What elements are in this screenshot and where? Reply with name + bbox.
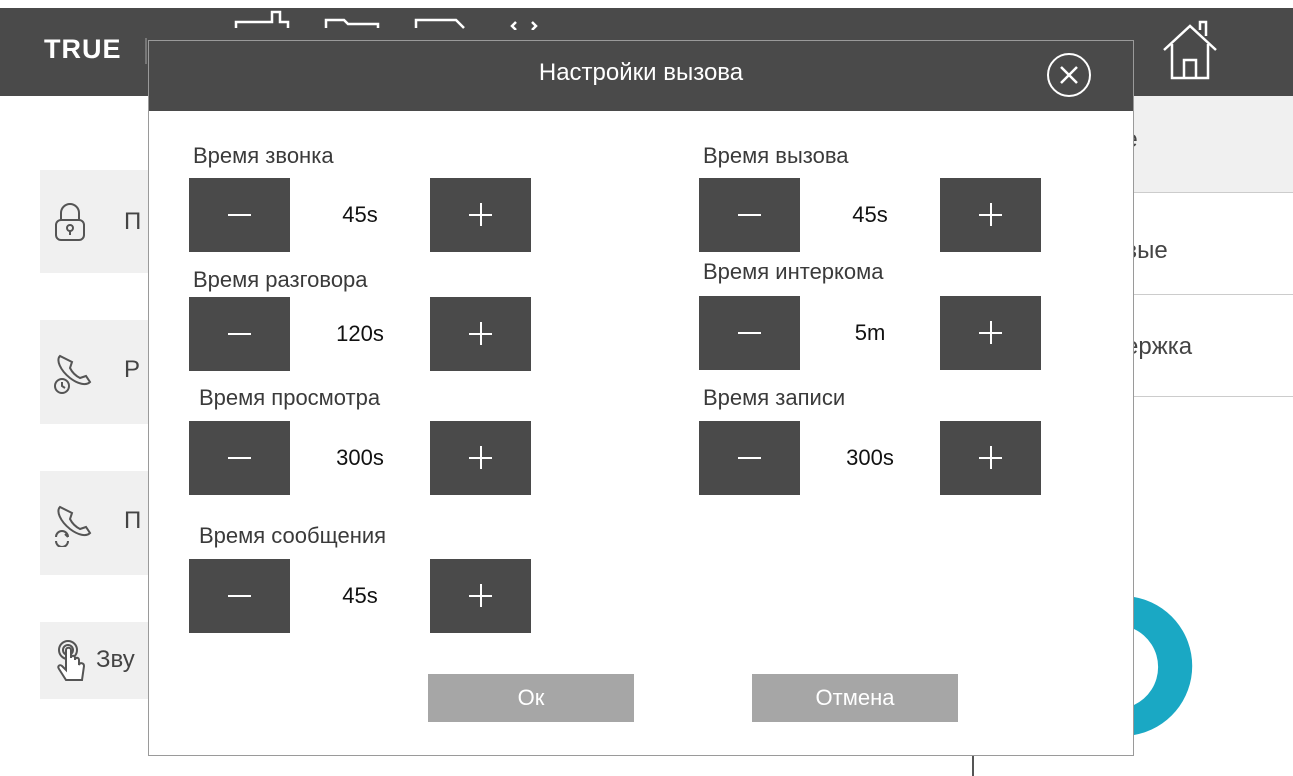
- decrement-button[interactable]: [189, 421, 290, 495]
- dialog-header: Настройки вызова: [149, 41, 1133, 111]
- right-menu-item-general[interactable]: ие: [1110, 96, 1293, 193]
- talk-time-stepper: 120s: [189, 297, 531, 371]
- minus-icon: [738, 332, 761, 334]
- menu-item-label: Зву: [96, 646, 135, 673]
- call-time-stepper: 45s: [699, 178, 1041, 252]
- code-icon[interactable]: [502, 8, 562, 30]
- increment-button[interactable]: [940, 296, 1041, 370]
- menu-item-label: П: [124, 507, 142, 534]
- call-settings-dialog: Настройки вызова Время звонка 45s Время …: [148, 40, 1134, 756]
- decrement-button[interactable]: [699, 421, 800, 495]
- message-time-stepper: 45s: [189, 559, 531, 633]
- home-icon[interactable]: [1158, 18, 1222, 82]
- touch-icon: [57, 640, 86, 681]
- talk-time-label: Время разговора: [193, 267, 368, 292]
- increment-button[interactable]: [430, 297, 531, 371]
- message-time-label: Время сообщения: [199, 523, 387, 548]
- folder-icon[interactable]: [322, 8, 382, 30]
- message-icon[interactable]: [412, 8, 472, 30]
- view-time-stepper: 300s: [189, 421, 531, 495]
- decrement-button[interactable]: [189, 178, 290, 252]
- minus-icon: [228, 333, 251, 335]
- message-time-value: 45s: [342, 583, 378, 608]
- record-time-label: Время записи: [703, 385, 846, 410]
- call-time-value: 45s: [852, 202, 888, 227]
- decrement-button[interactable]: [699, 178, 800, 252]
- decrement-button[interactable]: [699, 296, 800, 370]
- close-icon[interactable]: [1044, 50, 1094, 100]
- brand-logo: [1134, 597, 1193, 735]
- ok-button[interactable]: Ок: [428, 674, 634, 722]
- minus-icon: [738, 457, 761, 459]
- intercom-icon[interactable]: [232, 8, 292, 30]
- menu-item-label: Р: [124, 356, 141, 383]
- decrement-button[interactable]: [189, 297, 290, 371]
- divider-line: [972, 755, 974, 776]
- increment-button[interactable]: [430, 421, 531, 495]
- intercom-time-label: Время интеркома: [703, 259, 884, 284]
- app-logo: TRUE: [44, 34, 122, 64]
- increment-button[interactable]: [430, 178, 531, 252]
- call-time-label: Время вызова: [703, 143, 849, 168]
- record-time-stepper: 300s: [699, 421, 1041, 495]
- lock-icon: [55, 203, 85, 241]
- record-time-value: 300s: [846, 445, 894, 470]
- right-menu-item-support[interactable]: держка: [1110, 295, 1293, 397]
- intercom-time-value: 5m: [854, 320, 886, 345]
- increment-button[interactable]: [940, 178, 1041, 252]
- redirect-phone-icon: [55, 505, 92, 547]
- ring-time-value: 45s: [342, 202, 378, 227]
- dialog-title: Настройки вызова: [538, 59, 744, 86]
- increment-button[interactable]: [430, 559, 531, 633]
- view-time-label: Время просмотра: [199, 385, 381, 410]
- menu-item-label: П: [124, 208, 142, 235]
- increment-button[interactable]: [940, 421, 1041, 495]
- talk-time-value: 120s: [336, 321, 384, 346]
- decrement-button[interactable]: [189, 559, 290, 633]
- intercom-time-stepper: 5m: [699, 296, 1041, 370]
- logo-separator: [145, 38, 147, 64]
- cancel-button[interactable]: Отмена: [752, 674, 958, 722]
- minus-icon: [738, 214, 761, 216]
- clock-phone-icon: [54, 354, 92, 394]
- ring-time-label: Время звонка: [193, 143, 334, 168]
- minus-icon: [228, 457, 251, 459]
- right-menu-item-network[interactable]: евые: [1110, 193, 1293, 295]
- minus-icon: [228, 214, 251, 216]
- view-time-value: 300s: [336, 445, 384, 470]
- minus-icon: [228, 595, 251, 597]
- ring-time-stepper: 45s: [189, 178, 531, 252]
